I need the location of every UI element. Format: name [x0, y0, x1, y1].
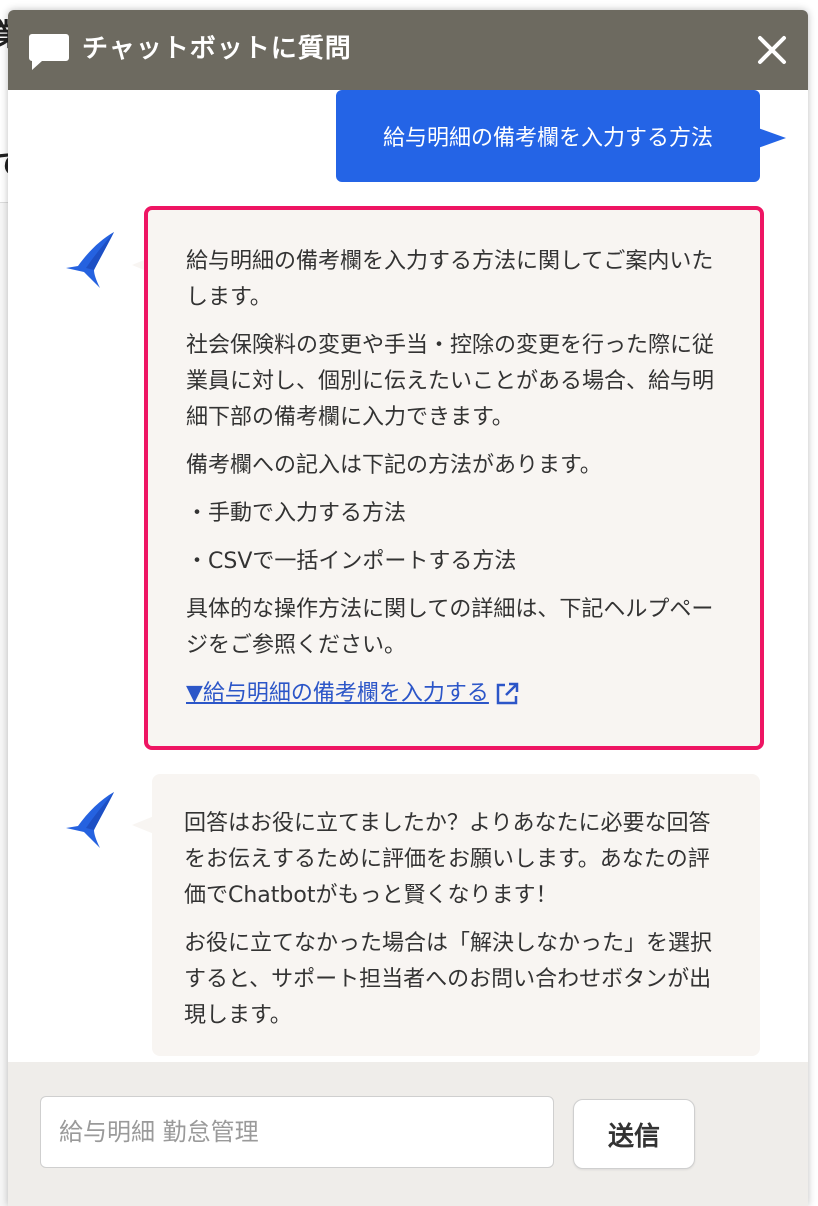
close-button[interactable] — [750, 28, 794, 72]
bot-feedback-text: お役に立てなかった場合は「解決しなかった」を選択すると、サポート担当者へのお問い… — [184, 931, 713, 1028]
user-message: 給与明細の備考欄を入力する方法 — [336, 90, 786, 182]
help-page-link[interactable]: ▼給与明細の備考欄を入力する — [186, 676, 521, 712]
close-icon — [758, 36, 786, 64]
help-page-link-text: ▼給与明細の備考欄を入力する — [186, 681, 489, 706]
bot-reply-text: 備考欄への記入は下記の方法があります。 — [186, 453, 602, 478]
chatbot-header: チャットボットに質問 — [8, 10, 808, 90]
message-list[interactable]: 給与明細の備考欄を入力する方法 給与明細の備考欄を入力する方法に関してご案内いた… — [8, 90, 808, 1062]
chatbot-title: チャットボットに質問 — [82, 34, 352, 64]
chatbot-widget: チャットボットに質問 給与明細の備考欄を入力する方法 給与明細の備考欄を入力する… — [8, 10, 808, 1206]
chat-input-area: 送信 — [8, 1062, 808, 1206]
bot-reply-text: ・CSVで一括インポートする方法 — [186, 549, 517, 574]
bubble-tail — [132, 816, 154, 834]
bot-reply: 給与明細の備考欄を入力する方法に関してご案内いたします。 社会保険料の変更や手当… — [144, 206, 764, 750]
bot-reply-text: 社会保険料の変更や手当・控除の変更を行った際に従業員に対し、個別に伝えたいことが… — [186, 333, 715, 430]
bot-reply-text: ・手動で入力する方法 — [186, 501, 407, 526]
bot-feedback-text: 回答はお役に立てましたか？よりあなたに必要な回答をお伝えするために評価をお願いし… — [184, 811, 711, 908]
chat-bubble-icon — [29, 34, 69, 70]
swallow-bird-icon — [66, 792, 114, 848]
swallow-bird-icon — [66, 232, 114, 288]
bot-feedback-message: 回答はお役に立てましたか？よりあなたに必要な回答をお伝えするために評価をお願いし… — [152, 774, 760, 1056]
user-message-text: 給与明細の備考欄を入力する方法 — [382, 126, 713, 151]
bot-reply-text: 給与明細の備考欄を入力する方法に関してご案内いたします。 — [186, 249, 714, 310]
send-button[interactable]: 送信 — [573, 1099, 695, 1169]
chat-input[interactable] — [40, 1096, 554, 1168]
external-link-icon — [496, 682, 519, 705]
bot-reply-text: 具体的な操作方法に関しての詳細は、下記ヘルプページをご参照ください。 — [186, 597, 714, 658]
